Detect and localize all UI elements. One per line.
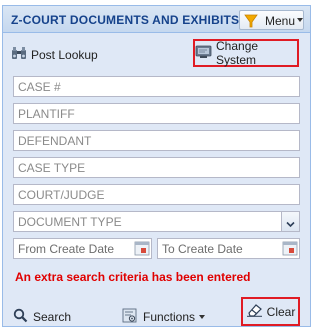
documents-panel: Z-COURT DOCUMENTS AND EXHIBITS Menu Post… bbox=[2, 5, 311, 327]
change-system-button[interactable]: Change System bbox=[193, 39, 299, 67]
to-create-date-input[interactable] bbox=[158, 239, 299, 258]
from-create-date-input[interactable] bbox=[14, 239, 151, 258]
chevron-down-icon bbox=[297, 18, 303, 22]
search-label: Search bbox=[33, 310, 72, 324]
from-create-date-field[interactable] bbox=[13, 238, 152, 259]
calendar-icon[interactable] bbox=[282, 241, 298, 256]
case-type-field[interactable] bbox=[13, 157, 300, 178]
menu-label: Menu bbox=[265, 14, 296, 28]
search-button[interactable]: Search bbox=[13, 308, 71, 326]
defendant-field[interactable] bbox=[13, 130, 300, 151]
binoculars-icon bbox=[11, 46, 27, 63]
clear-button[interactable]: Clear bbox=[241, 297, 300, 326]
magnifier-icon bbox=[13, 308, 28, 326]
case-number-field[interactable] bbox=[13, 76, 300, 97]
post-lookup-button[interactable]: Post Lookup bbox=[11, 46, 98, 63]
post-lookup-label: Post Lookup bbox=[31, 47, 98, 62]
court-judge-input[interactable] bbox=[14, 185, 299, 204]
change-system-label: Change System bbox=[216, 39, 259, 67]
search-form: Post Lookup Change System CASE # PLANTIF… bbox=[3, 34, 310, 326]
extra-criteria-warning: An extra search criteria has been entere… bbox=[15, 270, 251, 284]
chevron-down-icon bbox=[286, 217, 295, 231]
defendant-input[interactable] bbox=[14, 131, 299, 150]
menu-button[interactable]: Menu bbox=[239, 10, 304, 30]
court-judge-field[interactable] bbox=[13, 184, 300, 205]
functions-label: Functions bbox=[143, 310, 196, 324]
document-type-select[interactable] bbox=[13, 211, 300, 232]
plaintiff-input[interactable] bbox=[14, 104, 299, 123]
functions-button[interactable]: Functions bbox=[122, 308, 206, 326]
to-create-date-field[interactable] bbox=[157, 238, 300, 259]
document-type-dropdown-trigger[interactable] bbox=[281, 212, 299, 231]
chevron-down-icon bbox=[199, 315, 206, 319]
clear-label: Clear bbox=[266, 304, 296, 319]
panel-header: Z-COURT DOCUMENTS AND EXHIBITS Menu bbox=[3, 6, 310, 33]
document-type-input[interactable] bbox=[14, 212, 299, 231]
case-number-input[interactable] bbox=[14, 77, 299, 96]
case-type-input[interactable] bbox=[14, 158, 299, 177]
plaintiff-field[interactable] bbox=[13, 103, 300, 124]
panel-title: Z-COURT DOCUMENTS AND EXHIBITS bbox=[11, 13, 240, 27]
functions-icon bbox=[122, 308, 138, 326]
funnel-icon bbox=[244, 14, 258, 31]
monitor-icon bbox=[195, 45, 212, 62]
calendar-icon[interactable] bbox=[134, 241, 150, 256]
eraser-icon bbox=[246, 303, 263, 320]
